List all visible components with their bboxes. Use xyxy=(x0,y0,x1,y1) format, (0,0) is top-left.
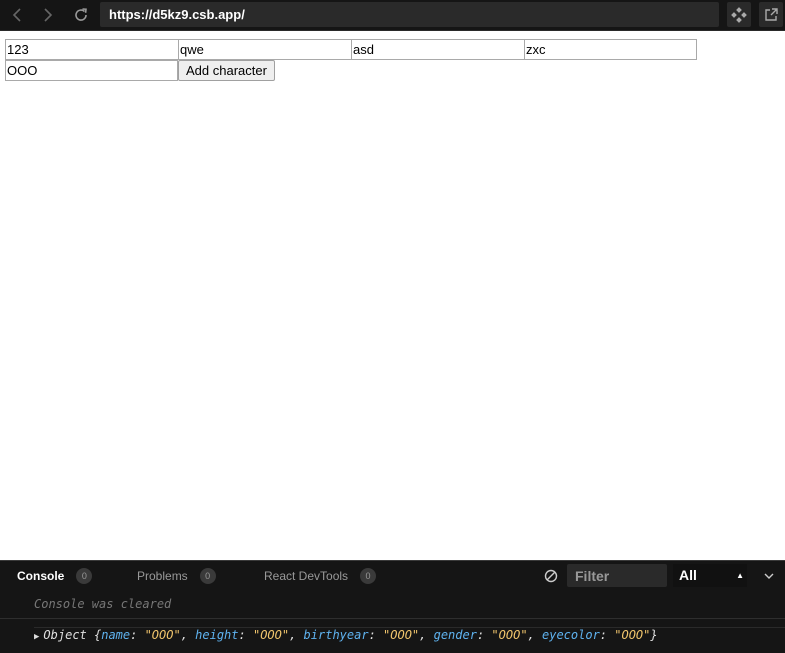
tab-react-devtools-count: 0 xyxy=(360,568,377,584)
log-level-select[interactable]: All ▲ xyxy=(673,564,747,587)
devtools-panel: Console 0 Problems 0 React DevTools 0 Al… xyxy=(0,560,785,653)
log-prefix: Object { xyxy=(43,628,102,642)
chevron-down-icon[interactable] xyxy=(762,569,776,583)
name-input[interactable] xyxy=(5,39,178,60)
tab-console-count: 0 xyxy=(76,568,93,584)
character-fields-row xyxy=(5,39,697,60)
log-suffix: } xyxy=(650,628,658,642)
log-value: "OOO" xyxy=(614,628,651,642)
url-bar[interactable]: https://d5kz9.csb.app/ xyxy=(100,2,719,27)
add-character-row: Add character xyxy=(5,60,697,81)
birthyear-input[interactable] xyxy=(351,39,524,60)
tab-problems-label: Problems xyxy=(137,569,188,583)
browser-toolbar: https://d5kz9.csb.app/ xyxy=(0,0,785,31)
open-new-window-icon[interactable] xyxy=(759,2,783,27)
log-value: "OOO" xyxy=(491,628,528,642)
height-input[interactable] xyxy=(178,39,351,60)
select-arrows-icon: ▲ xyxy=(736,571,744,580)
log-value: "OOO" xyxy=(252,628,290,642)
page-content: Add character xyxy=(5,39,697,81)
forward-icon[interactable] xyxy=(38,6,58,24)
codesandbox-icon[interactable] xyxy=(727,2,751,27)
tab-console-label: Console xyxy=(17,569,65,583)
devtools-tabs: Console 0 Problems 0 React DevTools 0 Al… xyxy=(0,561,785,591)
filter-input[interactable] xyxy=(567,564,667,587)
clear-console-icon[interactable] xyxy=(544,569,558,583)
log-key: birthyear xyxy=(303,628,369,642)
eyecolor-input[interactable] xyxy=(5,60,178,81)
log-key: gender xyxy=(433,628,477,642)
log-key: height xyxy=(195,628,239,642)
add-character-button[interactable]: Add character xyxy=(178,60,275,81)
log-key: name xyxy=(101,628,131,642)
tab-problems[interactable]: Problems 0 xyxy=(137,568,216,584)
tab-problems-count: 0 xyxy=(199,568,216,584)
tab-console[interactable]: Console 0 xyxy=(17,568,93,584)
console-cleared-message: Console was cleared xyxy=(34,597,172,611)
expand-arrow-icon[interactable]: ▶ xyxy=(34,632,39,642)
tab-react-devtools[interactable]: React DevTools 0 xyxy=(264,568,377,584)
back-icon[interactable] xyxy=(7,6,27,24)
console-divider xyxy=(0,618,785,619)
log-level-value: All xyxy=(679,567,697,583)
log-value: "OOO" xyxy=(144,628,181,642)
gender-input[interactable] xyxy=(524,39,697,60)
log-value: "OOO" xyxy=(383,628,420,642)
log-key: eyecolor xyxy=(542,628,600,642)
reload-icon[interactable] xyxy=(71,6,91,24)
tab-react-devtools-label: React DevTools xyxy=(264,569,349,583)
console-log-entry[interactable]: ▶ Object {name: "OOO", height: "OOO", bir… xyxy=(34,627,785,642)
